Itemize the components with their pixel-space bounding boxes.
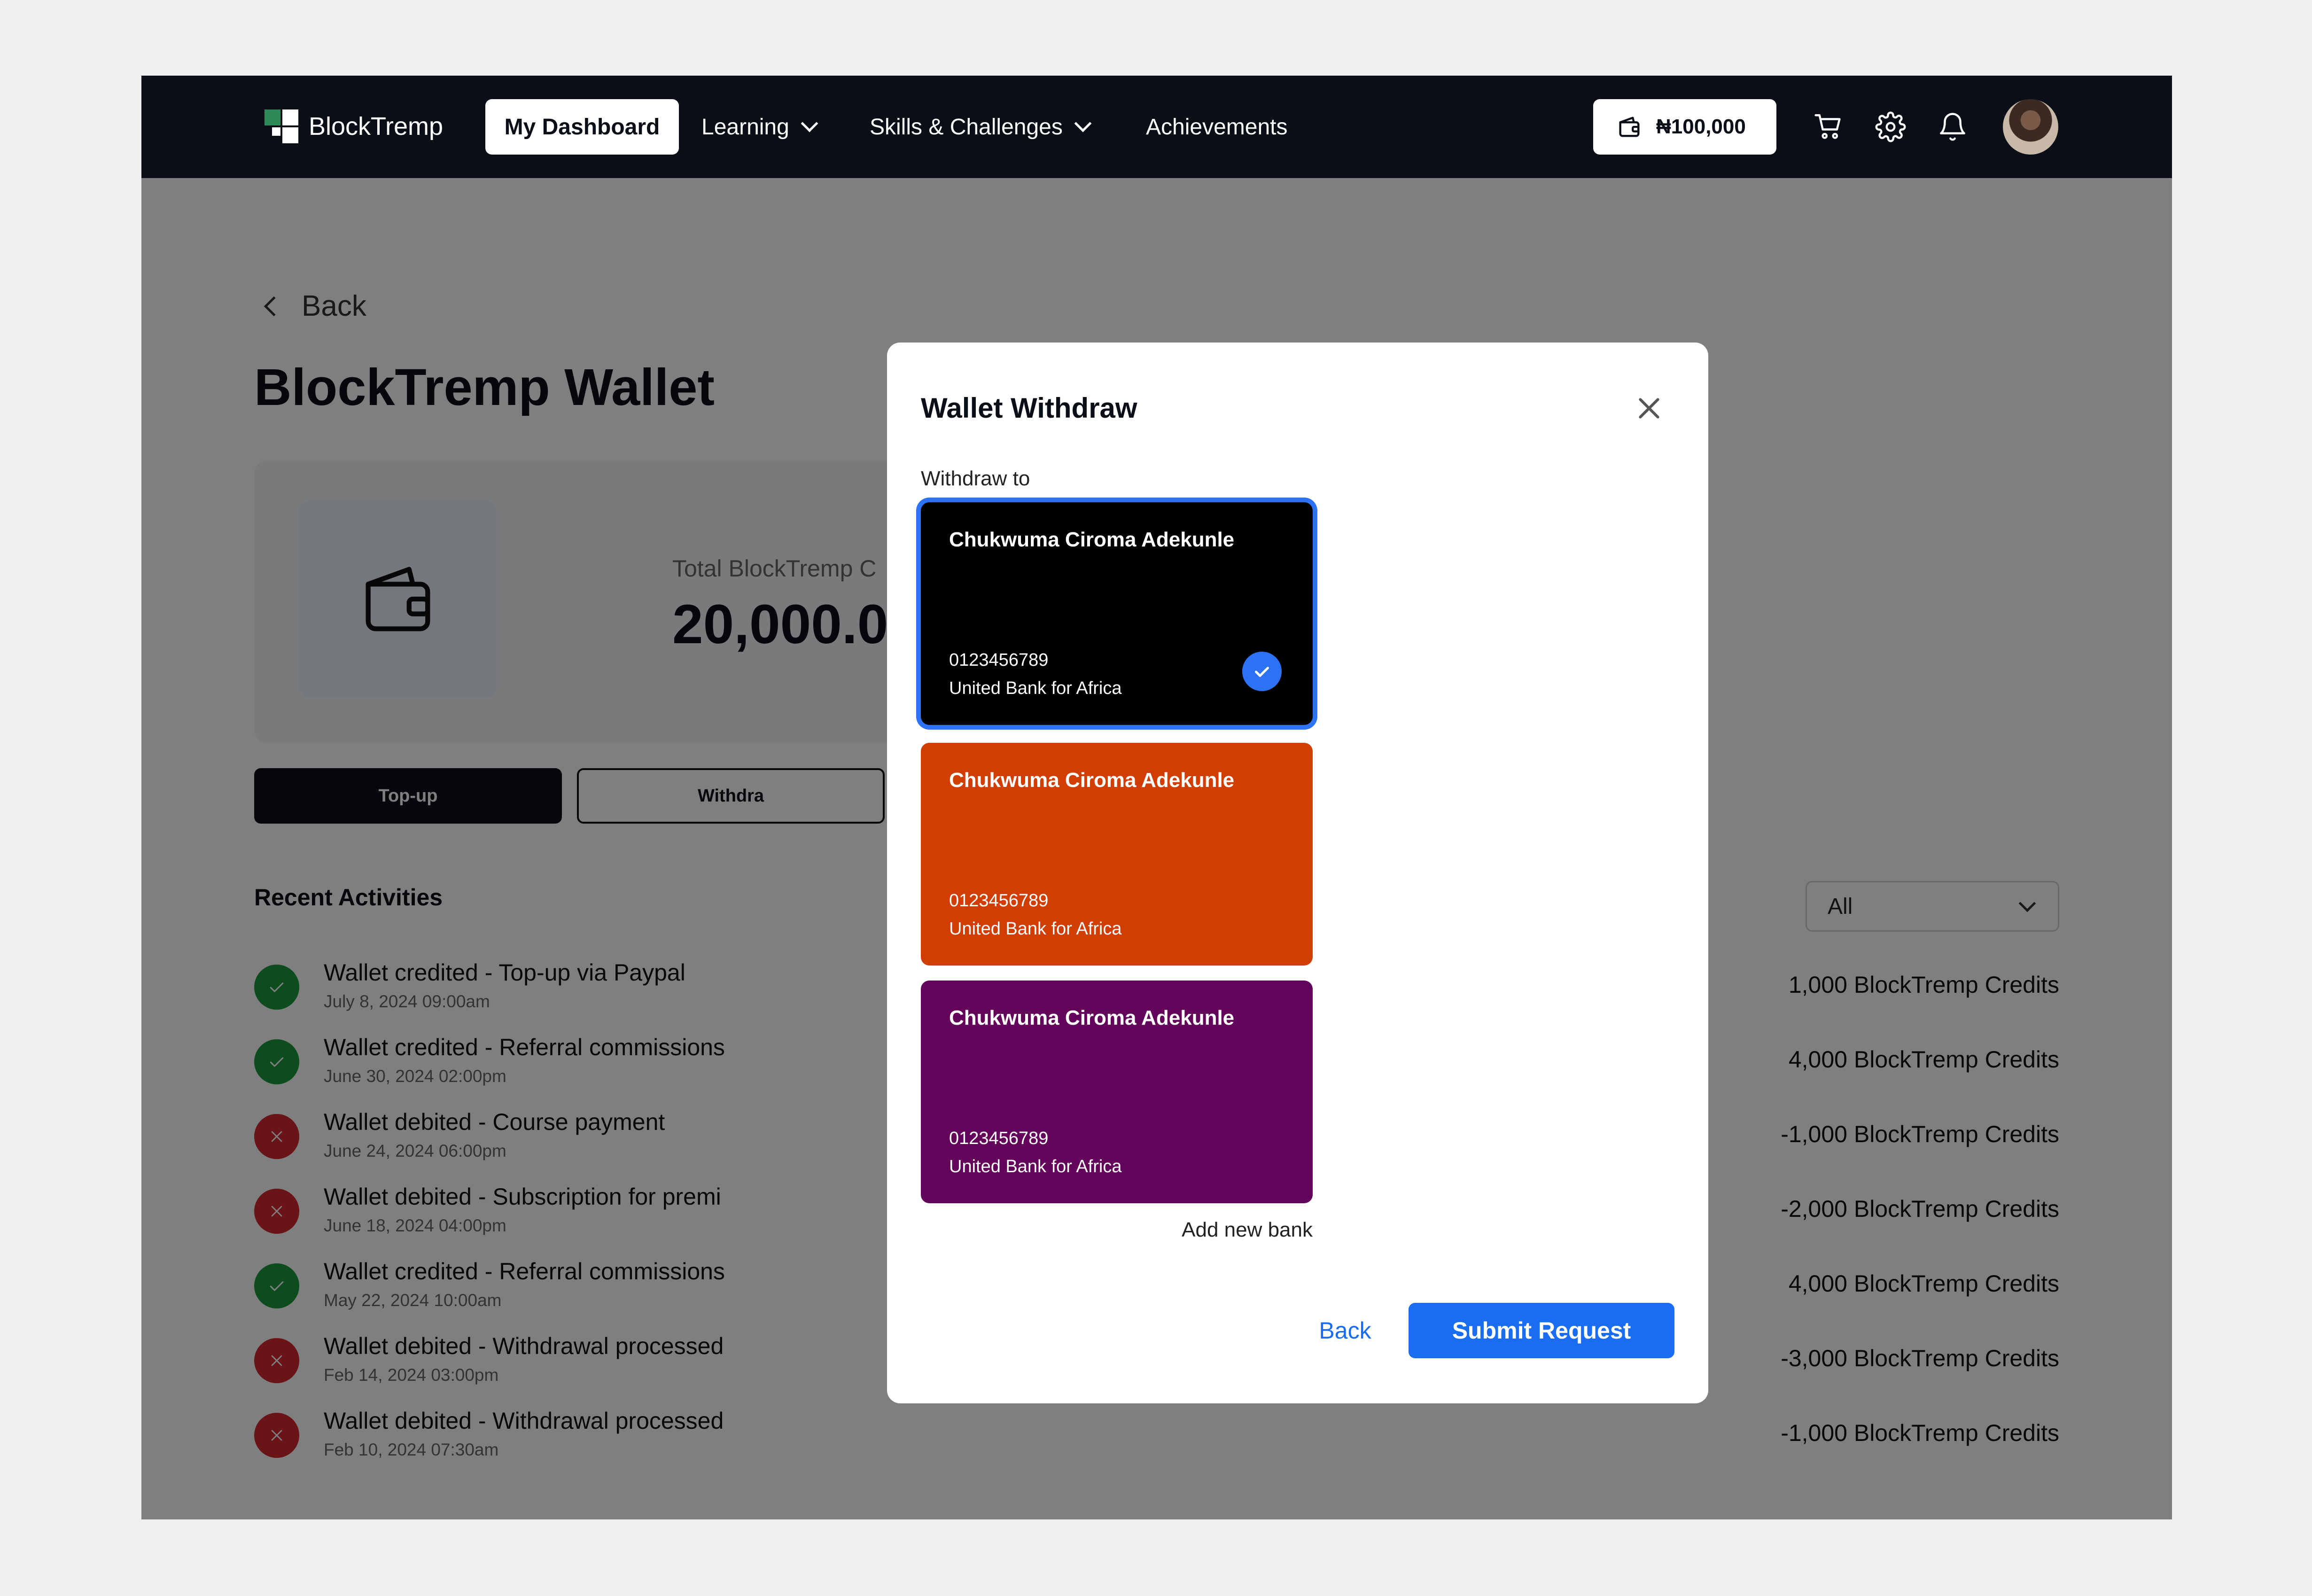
bank-account-name: Chukwuma Ciroma Adekunle [949,528,1235,551]
nav-learning-label: Learning [701,114,789,140]
app-window: BlockTremp My Dashboard Learning Skills … [141,76,2172,1519]
bank-account-number: 0123456789 [949,891,1049,911]
bank-name: United Bank for Africa [949,1157,1122,1176]
nav-skills-challenges[interactable]: Skills & Challenges [870,99,1092,155]
bank-account-number: 0123456789 [949,1129,1049,1148]
nav-achievements[interactable]: Achievements [1146,99,1287,155]
withdraw-to-label: Withdraw to [921,467,1030,490]
logo-text: BlockTremp [309,112,444,140]
bank-account-name: Chukwuma Ciroma Adekunle [949,1006,1235,1029]
modal-back-button[interactable]: Back [1300,1303,1390,1358]
nav-learning[interactable]: Learning [701,99,818,155]
logo-mark-icon [265,109,298,143]
nav-skills-label: Skills & Challenges [870,114,1063,140]
chevron-down-icon [801,115,818,132]
bank-account-number: 0123456789 [949,650,1049,670]
avatar[interactable] [2003,99,2058,155]
bank-account-card[interactable]: Chukwuma Ciroma Adekunle 0123456789 United… [921,981,1313,1203]
cart-icon[interactable] [1813,111,1844,142]
submit-request-button[interactable]: Submit Request [1409,1303,1674,1358]
bank-name: United Bank for Africa [949,919,1122,939]
top-navbar: BlockTremp My Dashboard Learning Skills … [141,76,2172,178]
wallet-icon [1619,117,1640,137]
add-new-bank-link[interactable]: Add new bank [1175,1218,1313,1242]
chevron-down-icon [1074,115,1092,132]
bell-icon[interactable] [1937,111,1968,142]
close-icon[interactable] [1634,393,1664,423]
wallet-balance-value: ₦100,000 [1656,115,1746,138]
bank-account-card[interactable]: Chukwuma Ciroma Adekunle 0123456789 United… [921,743,1313,965]
nav-my-dashboard[interactable]: My Dashboard [485,99,679,155]
wallet-withdraw-modal: Wallet Withdraw Withdraw to Chukwuma Cir… [887,343,1708,1403]
bank-name: United Bank for Africa [949,678,1122,698]
bank-account-card[interactable]: Chukwuma Ciroma Adekunle 0123456789 United… [921,502,1313,725]
modal-title: Wallet Withdraw [921,392,1137,424]
gear-icon[interactable] [1875,111,1906,142]
bank-account-name: Chukwuma Ciroma Adekunle [949,769,1235,792]
selected-check-icon [1242,652,1282,691]
wallet-balance-button[interactable]: ₦100,000 [1593,99,1776,155]
logo[interactable]: BlockTremp [265,108,443,145]
